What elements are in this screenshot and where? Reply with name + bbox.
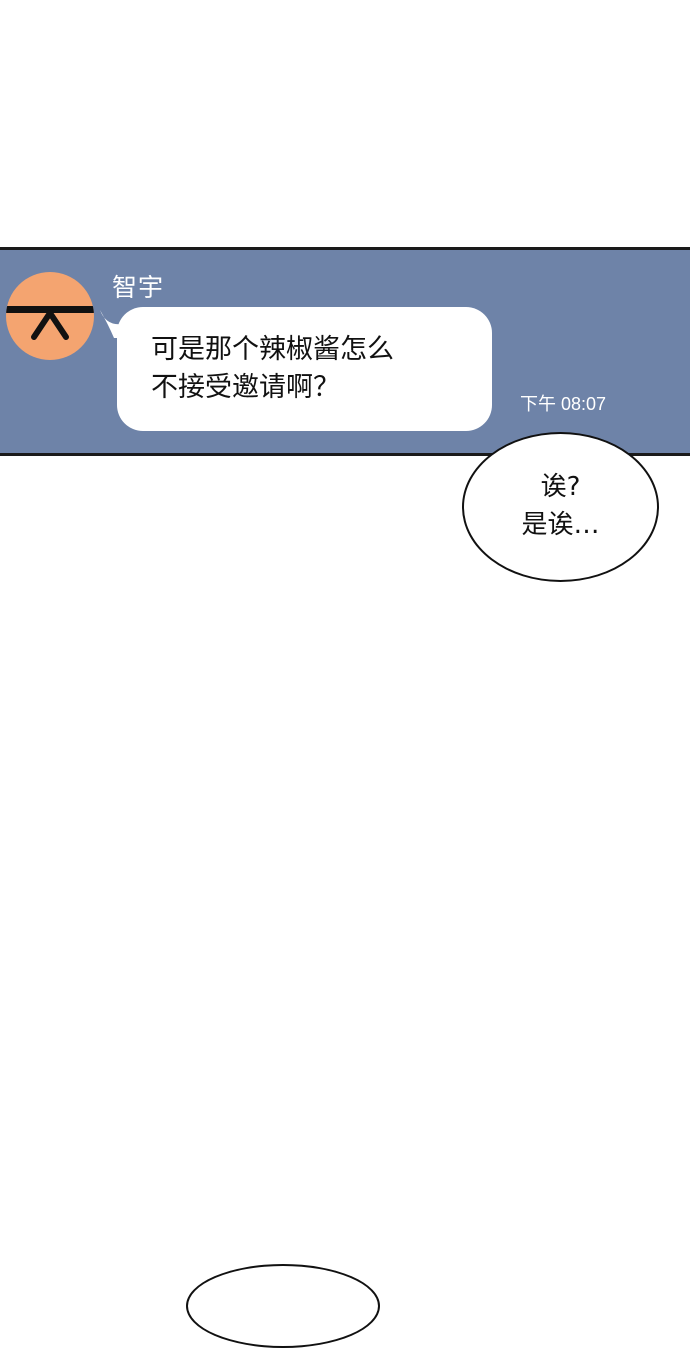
ninja-face-icon	[6, 306, 94, 340]
sender-name: 智宇	[112, 273, 165, 302]
message-bubble[interactable]: 可是那个辣椒酱怎么 不接受邀请啊？	[117, 307, 492, 431]
speech-balloon-partial	[186, 1264, 380, 1348]
speech-text: 诶? 是诶…	[521, 472, 600, 540]
avatar[interactable]	[6, 272, 94, 360]
speech-balloon: 诶? 是诶…	[462, 432, 659, 582]
message-text: 可是那个辣椒酱怎么 不接受邀请啊？	[151, 334, 394, 403]
message-timestamp: 下午 08:07	[520, 394, 607, 414]
chat-panel: 智宇 可是那个辣椒酱怎么 不接受邀请啊？ 下午 08:07	[0, 247, 690, 456]
